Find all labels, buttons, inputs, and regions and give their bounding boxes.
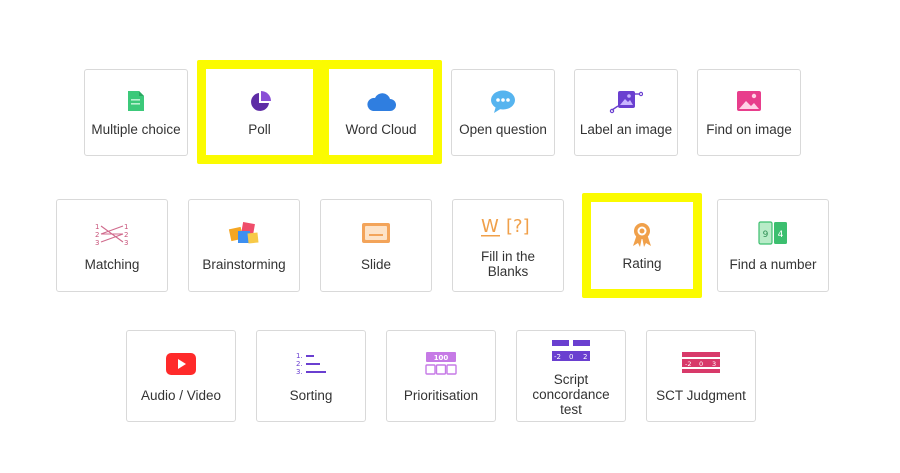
tile-label: Find on image [706, 122, 792, 137]
points-total: 100 [434, 354, 449, 362]
fill-blanks-letter: W [481, 216, 499, 237]
play-button-icon [165, 352, 197, 376]
tile-label: SCT Judgment [656, 388, 746, 403]
tile-sct-judgment[interactable]: -2 0 3 SCT Judgment [646, 330, 756, 422]
tile-find-on-image[interactable]: Find on image [697, 69, 801, 156]
tile-word-cloud[interactable]: Word Cloud [320, 60, 442, 164]
points-allocation-icon: 100 [425, 351, 457, 377]
svg-text:2: 2 [95, 231, 99, 239]
tile-brainstorming[interactable]: Brainstorming [188, 199, 300, 292]
tile-label-an-image[interactable]: Label an image [574, 69, 678, 156]
image-icon [736, 90, 762, 112]
tile-script-concordance-test[interactable]: -2 0 2 Script concordance test [516, 330, 626, 422]
tile-label: Poll [248, 122, 271, 137]
number-card-left: 9 [763, 230, 769, 240]
fill-blanks-bracket: [?] [506, 216, 530, 237]
svg-text:1: 1 [124, 223, 128, 231]
cloud-icon [366, 92, 396, 112]
number-card-right: 4 [778, 230, 784, 240]
number-cards-icon: 94 [758, 221, 788, 245]
tile-label: Script concordance test [532, 372, 610, 417]
tile-find-a-number[interactable]: 94 Find a number [717, 199, 829, 292]
tile-label: Open question [459, 122, 547, 137]
tile-open-question[interactable]: Open question [451, 69, 555, 156]
tile-matching[interactable]: 123123 Matching [56, 199, 168, 292]
svg-text:2: 2 [124, 231, 128, 239]
tile-label: Label an image [579, 122, 673, 137]
svg-text:3: 3 [95, 239, 99, 246]
judgment-scale-icon: -2 0 3 [681, 351, 721, 375]
tile-label: Word Cloud [345, 122, 417, 137]
matching-icon: 123123 [94, 222, 130, 246]
tile-label: Rating [622, 256, 662, 271]
judgment-low: -2 [685, 360, 691, 368]
likert-scale-icon: -2 0 2 [551, 339, 591, 363]
document-icon [127, 90, 145, 112]
tile-label: Sorting [289, 388, 333, 403]
award-ribbon-icon [631, 222, 653, 248]
speech-bubble-icon [490, 90, 516, 114]
fill-blanks-icon: W [?] [480, 212, 536, 238]
tile-slide[interactable]: Slide [320, 199, 432, 292]
tile-label: Multiple choice [91, 122, 181, 137]
image-label-icon [609, 88, 643, 114]
judgment-mid: 0 [699, 360, 703, 368]
tile-prioritisation[interactable]: 100 Prioritisation [386, 330, 496, 422]
tile-label: Find a number [729, 257, 817, 272]
tile-label: Fill in the Blanks [480, 249, 536, 279]
sticky-notes-icon [228, 220, 260, 246]
tile-poll[interactable]: Poll [197, 60, 322, 164]
sort-number-2: 2. [296, 360, 303, 368]
tile-fill-in-the-blanks[interactable]: W [?] Fill in the Blanks [452, 199, 564, 292]
tile-label: Audio / Video [140, 388, 222, 403]
slide-icon [361, 222, 391, 246]
tile-sorting[interactable]: 1. 2. 3. Sorting [256, 330, 366, 422]
sort-number-1: 1. [296, 352, 303, 360]
tile-label: Matching [84, 257, 140, 272]
ordered-list-icon: 1. 2. 3. [295, 351, 327, 377]
pie-chart-icon [248, 90, 272, 114]
svg-text:3: 3 [124, 239, 128, 246]
tile-rating[interactable]: Rating [582, 193, 702, 298]
tile-multiple-choice[interactable]: Multiple choice [84, 69, 188, 156]
svg-text:1: 1 [95, 223, 99, 231]
scale-high: 2 [583, 353, 587, 361]
judgment-high: 3 [712, 360, 716, 368]
tile-audio-video[interactable]: Audio / Video [126, 330, 236, 422]
scale-mid: 0 [569, 353, 573, 361]
tile-label: Slide [360, 257, 392, 272]
scale-low: -2 [554, 353, 561, 361]
tile-label: Prioritisation [403, 388, 479, 403]
sort-number-3: 3. [296, 368, 303, 376]
tile-label: Brainstorming [202, 257, 286, 272]
